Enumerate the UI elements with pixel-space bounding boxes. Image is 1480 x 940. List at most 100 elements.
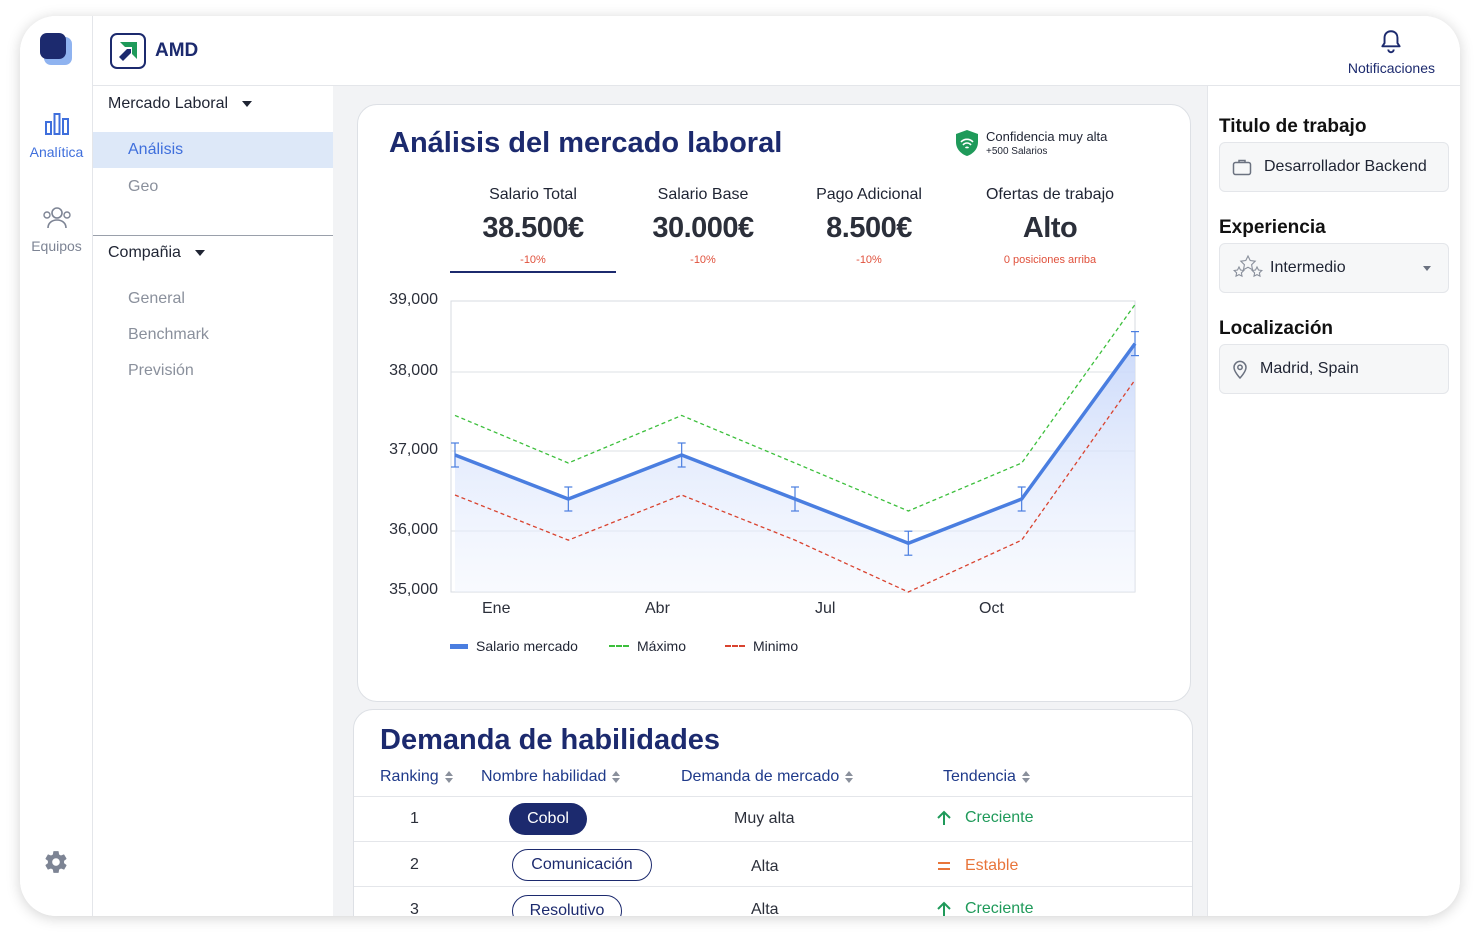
nav-item-general[interactable]: General xyxy=(128,290,185,308)
kpi-change: -10% xyxy=(856,254,882,266)
bell-icon xyxy=(1381,30,1402,54)
min-series-line xyxy=(454,379,1136,593)
kpi-value: 38.500€ xyxy=(482,212,584,244)
amd-logo-icon xyxy=(110,33,146,69)
confidence-sub: +500 Salarios xyxy=(986,146,1048,157)
nav-divider xyxy=(93,235,333,236)
col-header-label: Tendencia xyxy=(943,768,1016,785)
brand-name: AMD xyxy=(155,40,199,61)
legend-item-maximo: Máximo xyxy=(609,638,686,654)
kpi-label: Pago Adicional xyxy=(816,186,922,203)
job-title-field[interactable]: Desarrollador Backend xyxy=(1219,142,1449,192)
sort-icon xyxy=(612,771,621,783)
col-header-trend[interactable]: Tendencia xyxy=(943,768,1030,786)
gear-icon[interactable] xyxy=(43,849,69,875)
top-bar: AMD Notificaciones xyxy=(93,16,1460,86)
equals-icon xyxy=(938,862,950,870)
app-window: Analítica Equipos AMD Notificaciones Mer… xyxy=(20,16,1460,916)
analysis-title: Análisis del mercado laboral xyxy=(389,127,783,159)
rail-item-analitica[interactable]: Analítica xyxy=(20,112,93,160)
users-icon xyxy=(42,207,71,229)
y-tick-label: 38,000 xyxy=(389,362,438,379)
location-label: Localización xyxy=(1219,318,1334,339)
sort-icon xyxy=(1021,771,1030,783)
trend-cell: Creciente xyxy=(935,809,1033,827)
skills-card: Demanda de habilidades Ranking Nombre ha… xyxy=(353,709,1193,916)
rail-item-equipos[interactable]: Equipos xyxy=(20,206,93,254)
stars-icon xyxy=(1233,254,1263,278)
legend-label: Salario mercado xyxy=(476,638,578,654)
kpi-salario-base[interactable]: Salario Base 30.000€ -10% xyxy=(620,186,786,266)
main-content: Análisis del mercado laboral Confidencia… xyxy=(333,86,1207,916)
rail-item-label: Equipos xyxy=(31,238,82,254)
nav-item-geo[interactable]: Geo xyxy=(128,178,158,196)
trend-label: Creciente xyxy=(965,809,1034,826)
x-tick-label: Ene xyxy=(482,600,511,617)
y-tick-label: 39,000 xyxy=(389,291,438,308)
col-header-skill[interactable]: Nombre habilidad xyxy=(481,768,621,786)
sort-icon xyxy=(444,771,453,783)
table-row[interactable]: 1 Cobol Muy alta Creciente xyxy=(354,796,1192,841)
dropdown-caret-icon xyxy=(1423,266,1431,271)
skills-title: Demanda de habilidades xyxy=(380,724,721,756)
kpi-value: Alto xyxy=(1022,212,1078,244)
kpi-ofertas-trabajo[interactable]: Ofertas de trabajo Alto 0 posiciones arr… xyxy=(962,186,1138,266)
col-header-label: Nombre habilidad xyxy=(481,768,607,785)
skill-pill[interactable]: Comunicación xyxy=(512,849,652,881)
nav-item-prevision[interactable]: Previsión xyxy=(128,362,194,380)
plot-frame xyxy=(450,300,1136,593)
kpi-label: Ofertas de trabajo xyxy=(985,186,1115,203)
kpi-change: -10% xyxy=(520,254,546,266)
brand[interactable]: AMD xyxy=(110,33,198,69)
kpi-active-underline xyxy=(450,271,616,273)
bar-chart-icon xyxy=(44,113,69,135)
x-tick-label: Jul xyxy=(815,600,836,617)
nav-item-benchmark[interactable]: Benchmark xyxy=(128,326,209,344)
kpi-pago-adicional[interactable]: Pago Adicional 8.500€ -10% xyxy=(786,186,952,266)
experience-select[interactable]: Intermedio xyxy=(1219,243,1449,293)
nav-section-compania[interactable]: Compañia xyxy=(108,244,205,262)
location-value: Madrid, Spain xyxy=(1260,360,1359,377)
table-row[interactable]: 3 Resolutivo Alta Creciente xyxy=(354,886,1192,916)
legend-swatch xyxy=(725,645,745,647)
icon-rail: Analítica Equipos xyxy=(20,16,93,916)
kpi-change: 0 posiciones arriba xyxy=(1003,254,1097,266)
map-pin-icon xyxy=(1233,360,1247,379)
y-tick-label: 35,000 xyxy=(389,581,438,598)
trend-cell: Creciente xyxy=(935,900,1033,916)
nav-section-mercado-laboral[interactable]: Mercado Laboral xyxy=(108,95,253,113)
salary-series-line xyxy=(454,342,1137,545)
filters-panel: Titulo de trabajo Desarrollador Backend … xyxy=(1207,86,1460,916)
skill-pill[interactable]: Cobol xyxy=(509,803,587,835)
location-field[interactable]: Madrid, Spain xyxy=(1219,344,1449,394)
trend-label: Estable xyxy=(965,857,1019,874)
kpi-change: -10% xyxy=(690,254,716,266)
legend-swatch xyxy=(609,645,629,647)
kpi-salario-total[interactable]: Salario Total 38.500€ -10% xyxy=(450,186,616,266)
rank-cell: 1 xyxy=(410,810,419,827)
notifications-button[interactable]: Notificaciones xyxy=(1348,28,1435,78)
caret-down-icon xyxy=(242,101,253,107)
briefcase-icon xyxy=(1232,159,1252,176)
x-tick-label: Abr xyxy=(645,600,670,617)
skill-pill[interactable]: Resolutivo xyxy=(512,895,622,916)
demand-cell: Alta xyxy=(751,901,779,916)
arrow-up-icon xyxy=(937,901,951,916)
salary-area xyxy=(455,343,1135,592)
notifications-label: Notificaciones xyxy=(1347,60,1435,76)
col-header-demand[interactable]: Demanda de mercado xyxy=(681,768,854,786)
trend-cell: Estable xyxy=(935,857,1018,875)
shield-icon xyxy=(956,130,978,156)
table-row[interactable]: 2 Comunicación Alta Estable xyxy=(354,841,1192,886)
y-tick-label: 36,000 xyxy=(389,521,438,538)
legend-label: Máximo xyxy=(637,638,687,654)
app-logo-icon[interactable] xyxy=(40,33,72,65)
max-series-line xyxy=(454,304,1136,512)
kpi-label: Salario Total xyxy=(489,186,577,203)
kpi-value: 8.500€ xyxy=(826,212,912,244)
col-header-ranking[interactable]: Ranking xyxy=(380,768,453,786)
nav-section-label: Compañia xyxy=(108,244,181,261)
demand-cell: Alta xyxy=(751,858,779,875)
nav-item-analisis[interactable]: Análisis xyxy=(93,132,333,168)
rail-item-label: Analítica xyxy=(29,144,84,160)
